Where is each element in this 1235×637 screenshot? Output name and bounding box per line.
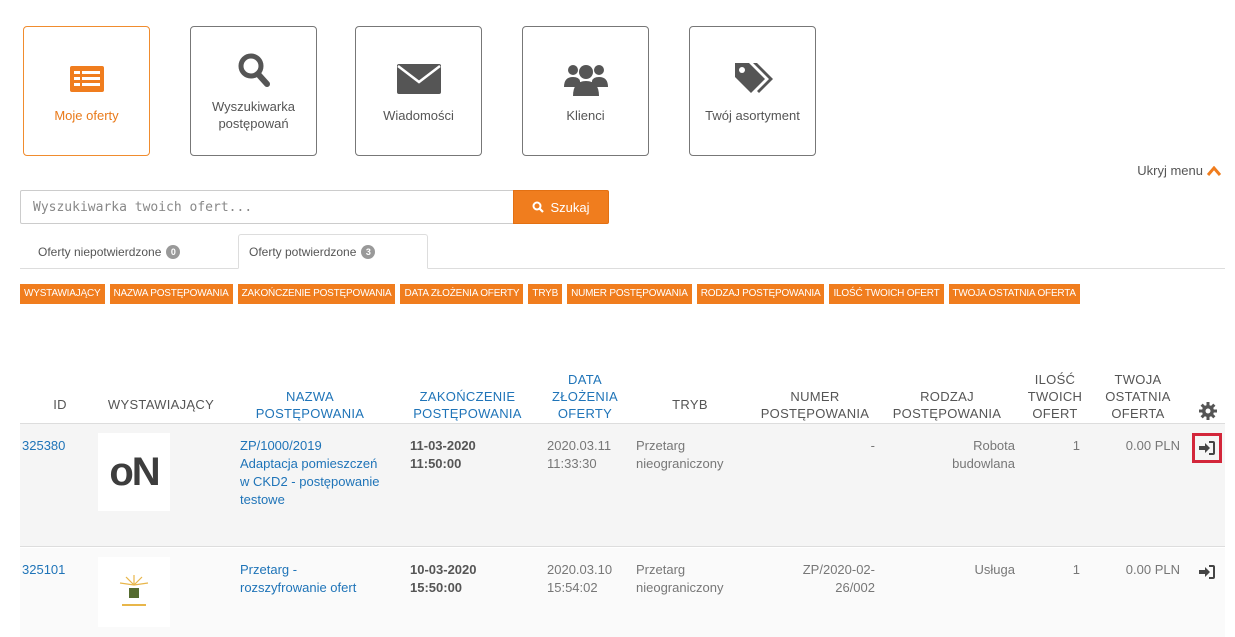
menu-tile-label: Twój asortyment — [705, 107, 800, 123]
proceeding-name-link[interactable]: ZP/1000/2019 Adaptacja pomieszczeń w CKD… — [240, 437, 380, 509]
menu-tile-clients[interactable]: Klienci — [522, 26, 649, 156]
proceeding-kind: Robota budowlana — [952, 438, 1015, 471]
menu-tile-label: Wyszukiwarka postępowań — [212, 99, 295, 131]
offer-count: 1 — [1072, 438, 1080, 453]
issuer-logo: oN — [98, 433, 170, 511]
column-chip-name[interactable]: NAZWA POSTĘPOWANIA — [109, 284, 233, 304]
menu-tile-search-proceedings[interactable]: Wyszukiwarka postępowań — [190, 26, 317, 156]
chevron-up-icon — [1207, 165, 1221, 176]
search-icon — [237, 50, 271, 90]
header-number: NUMER POSTĘPOWANIA — [760, 389, 870, 421]
sign-in-icon — [1199, 565, 1215, 579]
search-icon — [532, 201, 545, 213]
offer-count: 1 — [1072, 562, 1080, 577]
header-last-offer: TWOJA OSTATNIA OFERTA — [1105, 372, 1171, 421]
column-chip-number[interactable]: NUMER POSTĘPOWANIA — [567, 284, 692, 304]
column-chip-last-offer[interactable]: TWOJA OSTATNIA OFERTA — [948, 284, 1080, 304]
row-id[interactable]: 325380 — [22, 437, 65, 455]
header-issuer: WYSTAWIAJĄCY — [107, 397, 215, 412]
tags-icon — [731, 59, 775, 99]
open-offer-button[interactable] — [1192, 433, 1222, 463]
end-date: 10-03-2020 — [410, 562, 477, 577]
header-submitted[interactable]: DATA ZŁOŻENIA OFERTY — [545, 371, 625, 422]
envelope-icon — [396, 59, 442, 99]
column-chip-count[interactable]: ILOŚĆ TWOICH OFERT — [829, 284, 944, 304]
sun-logo-icon — [119, 575, 149, 606]
submitted-time: 15:54:02 — [547, 580, 598, 595]
end-time: 15:50:00 — [410, 580, 463, 595]
header-kind: RODZAJ POSTĘPOWANIA — [892, 389, 1002, 421]
gear-icon[interactable] — [1199, 402, 1217, 425]
proceeding-number: ZP/2020-02-26/002 — [802, 562, 875, 595]
column-filter-chips: WYSTAWIAJĄCY NAZWA POSTĘPOWANIA ZAKOŃCZE… — [20, 284, 1140, 304]
proceeding-kind: Usługa — [974, 562, 1015, 577]
column-chip-end[interactable]: ZAKOŃCZENIE POSTĘPOWANIA — [237, 284, 396, 304]
column-chip-issuer[interactable]: WYSTAWIAJĄCY — [20, 284, 105, 304]
tab-label: Oferty niepotwierdzone — [38, 244, 162, 259]
header-id: ID — [53, 397, 67, 412]
tab-label: Oferty potwierdzone — [249, 244, 357, 259]
header-name[interactable]: NAZWA POSTĘPOWANIA — [240, 388, 380, 422]
end-date: 11-03-2020 — [410, 438, 476, 453]
header-mode: TRYB — [672, 397, 708, 412]
hide-menu-toggle[interactable]: Ukryj menu — [1137, 163, 1221, 178]
offers-search-input[interactable] — [20, 190, 514, 224]
tab-count-badge: 0 — [166, 244, 181, 259]
column-chip-kind[interactable]: RODZAJ POSTĘPOWANIA — [696, 284, 825, 304]
last-offer: 0.00 PLN — [1125, 438, 1180, 453]
row-id[interactable]: 325101 — [22, 561, 65, 579]
proceeding-name-link[interactable]: Przetarg - rozszyfrowanie ofert — [240, 561, 380, 597]
sign-in-icon — [1199, 441, 1215, 455]
issuer-logo — [98, 557, 170, 627]
menu-tile-messages[interactable]: Wiadomości — [355, 26, 482, 156]
menu-tile-assortment[interactable]: Twój asortyment — [689, 26, 816, 156]
hide-menu-label: Ukryj menu — [1137, 163, 1203, 178]
mode: Przetarg nieograniczony — [636, 438, 724, 471]
tab-unconfirmed-offers[interactable]: Oferty niepotwierdzone 0 — [28, 234, 190, 269]
tabs-divider — [20, 268, 1225, 269]
header-count: ILOŚĆ TWOICH OFERT — [1027, 372, 1083, 421]
issuer-logo-text: oN — [109, 449, 160, 494]
tab-confirmed-offers[interactable]: Oferty potwierdzone 3 — [238, 234, 428, 269]
proceeding-number: - — [870, 438, 875, 453]
column-chip-submitted[interactable]: DATA ZŁOŻENIA OFERTY — [400, 284, 524, 304]
menu-tile-my-offers[interactable]: Moje oferty — [23, 26, 150, 156]
column-chip-mode[interactable]: TRYB — [528, 284, 563, 304]
tab-count-badge: 3 — [361, 244, 376, 259]
menu-tile-label: Moje oferty — [54, 107, 119, 123]
submitted-date: 2020.03.10 — [547, 562, 613, 577]
mode: Przetarg nieograniczony — [636, 562, 724, 595]
open-offer-button[interactable] — [1192, 557, 1222, 587]
end-time: 11:50:00 — [410, 456, 462, 471]
search-button-label: Szukaj — [550, 199, 590, 215]
header-end[interactable]: ZAKOŃCZENIE POSTĘPOWANIA — [400, 388, 535, 422]
menu-tile-label: Wiadomości — [383, 107, 454, 123]
list-icon — [69, 59, 105, 99]
menu-tile-label: Klienci — [566, 107, 605, 123]
users-icon — [562, 59, 610, 99]
last-offer: 0.00 PLN — [1125, 562, 1180, 577]
search-button[interactable]: Szukaj — [513, 190, 609, 224]
submitted-date: 2020.03.11 — [547, 438, 612, 453]
submitted-time: 11:33:30 — [547, 456, 597, 471]
